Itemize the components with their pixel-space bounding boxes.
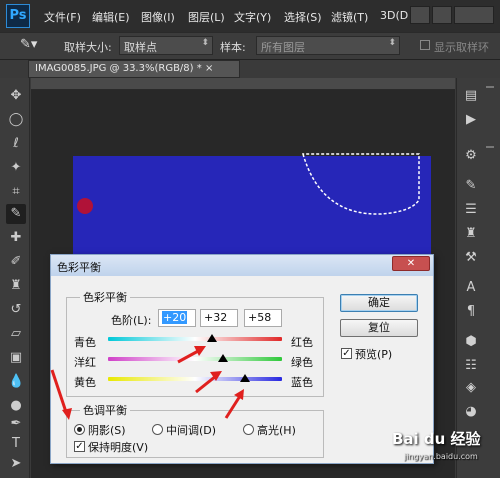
level-cyan-red-value: +20 (162, 311, 188, 324)
marquee-tool-icon[interactable]: ◯ (8, 112, 24, 128)
sample-size-select[interactable]: 取样点 ⬍ (119, 36, 213, 55)
crop-tool-icon[interactable]: ⌗ (8, 184, 24, 200)
levels-label: 色阶(L): (111, 314, 152, 327)
lasso-tool-icon[interactable]: ℓ (8, 136, 24, 152)
sample-select[interactable]: 所有图层 ⬍ (256, 36, 400, 55)
sample-size-value: 取样点 (124, 41, 157, 54)
chevron-updown-icon: ⬍ (201, 38, 209, 48)
preserve-luminosity-checkbox[interactable]: ✓ (74, 441, 85, 452)
eyedropper-preset-icon[interactable]: ✎▾ (20, 37, 42, 55)
cyan-label: 青色 (74, 336, 96, 349)
highlights-radio[interactable] (243, 424, 254, 435)
magenta-green-slider-thumb[interactable] (217, 354, 228, 362)
history-panel-icon[interactable]: ▤ (462, 88, 480, 104)
brush-panel-icon[interactable]: ✎ (462, 178, 480, 194)
preserve-luminosity-label: 保持明度(V) (88, 441, 149, 454)
cyan-red-slider[interactable] (108, 337, 282, 341)
color-balance-group-label: 色彩平衡 (80, 289, 130, 305)
maximize-button[interactable] (432, 6, 452, 24)
3d-panel-icon[interactable]: ⬢ (462, 334, 480, 350)
tab-close-icon[interactable]: × (205, 63, 213, 74)
move-tool-icon[interactable]: ✥ (8, 88, 24, 104)
show-ring-checkbox[interactable] (420, 40, 430, 50)
yellow-blue-slider-thumb[interactable] (240, 374, 251, 382)
green-label: 绿色 (291, 356, 313, 369)
magenta-label: 洋红 (74, 356, 96, 369)
eyedropper-tool-icon[interactable]: ✎ (6, 204, 26, 224)
properties-panel-icon[interactable]: ☷ (462, 358, 480, 374)
reset-button[interactable]: 复位 (340, 319, 418, 337)
shadows-label: 阴影(S) (88, 424, 126, 437)
menu-filter[interactable]: 滤镜(T) (331, 9, 368, 25)
healing-brush-tool-icon[interactable]: ✚ (8, 230, 24, 246)
pen-tool-icon[interactable]: ✒ (8, 416, 24, 432)
dialog-titlebar[interactable] (51, 255, 433, 276)
watermark-url: jingyan.baidu.com (404, 452, 478, 461)
cyan-red-slider-thumb[interactable] (207, 334, 218, 342)
device-preview-icon[interactable]: ⚙ (462, 148, 480, 164)
menu-type[interactable]: 文字(Y) (234, 9, 271, 25)
red-object (77, 198, 93, 214)
preview-label: 预览(P) (355, 348, 393, 361)
paragraph-panel-icon[interactable]: ¶ (462, 304, 480, 320)
yellow-label: 黄色 (74, 376, 96, 389)
magic-wand-tool-icon[interactable]: ✦ (8, 160, 24, 176)
dialog-close-button[interactable]: ✕ (392, 256, 430, 271)
red-label: 红色 (291, 336, 313, 349)
dodge-tool-icon[interactable]: ● (8, 398, 24, 414)
chevron-updown-icon: ⬍ (388, 38, 396, 48)
menu-3d[interactable]: 3D(D (380, 9, 408, 22)
midtones-label: 中间调(D) (166, 424, 217, 437)
yellow-blue-slider[interactable] (108, 377, 282, 381)
document-tab[interactable]: IMAG0085.JPG @ 33.3%(RGB/8) * × (28, 60, 240, 78)
type-tool-icon[interactable]: T (8, 436, 24, 452)
menu-image[interactable]: 图像(I) (141, 9, 175, 25)
level-yellow-blue-input[interactable]: +58 (244, 309, 282, 327)
menu-edit[interactable]: 编辑(E) (92, 9, 130, 25)
menu-layer[interactable]: 图层(L) (188, 9, 225, 25)
layers-panel-icon[interactable]: ◈ (462, 380, 480, 396)
actions-panel-icon[interactable]: ▶ (462, 112, 480, 128)
highlights-label: 高光(H) (257, 424, 296, 437)
character-panel-icon[interactable]: A (462, 280, 480, 296)
panel-grip[interactable] (486, 86, 494, 88)
blue-label: 蓝色 (291, 376, 313, 389)
dialog-title: 色彩平衡 (57, 261, 101, 274)
adjust-panel-icon[interactable]: ☰ (462, 202, 480, 218)
baidu-jingyan-watermark: Bai du 经验 (392, 430, 481, 448)
level-cyan-red-input[interactable]: +20 (158, 309, 196, 327)
eraser-tool-icon[interactable]: ▱ (8, 326, 24, 342)
menu-file[interactable]: 文件(F) (44, 9, 81, 25)
gradient-tool-icon[interactable]: ▣ (8, 350, 24, 366)
magenta-green-slider[interactable] (108, 357, 282, 361)
level-magenta-green-input[interactable]: +32 (200, 309, 238, 327)
horizontal-ruler (31, 78, 455, 90)
preview-checkbox[interactable]: ✓ (341, 348, 352, 359)
history-brush-tool-icon[interactable]: ↺ (8, 302, 24, 318)
clone-stamp-tool-icon[interactable]: ♜ (8, 278, 24, 294)
clone-source-icon[interactable]: ♜ (462, 226, 480, 242)
brush-tool-icon[interactable]: ✐ (8, 254, 24, 270)
midtones-radio[interactable] (152, 424, 163, 435)
minimize-button[interactable] (410, 6, 430, 24)
blur-tool-icon[interactable]: 💧 (8, 374, 24, 390)
show-ring-label: 显示取样环 (434, 41, 489, 54)
channels-panel-icon[interactable]: ◕ (462, 404, 480, 420)
path-selection-tool-icon[interactable]: ➤ (8, 456, 24, 472)
ok-button[interactable]: 确定 (340, 294, 418, 312)
tool-presets-icon[interactable]: ⚒ (462, 250, 480, 266)
panel-grip[interactable] (486, 146, 494, 148)
menu-select[interactable]: 选择(S) (284, 9, 322, 25)
sample-value: 所有图层 (261, 41, 305, 54)
document-title: IMAG0085.JPG @ 33.3%(RGB/8) * (35, 63, 202, 74)
window-close-button[interactable] (454, 6, 494, 24)
photoshop-logo: Ps (6, 4, 30, 28)
marquee-selection (302, 153, 420, 215)
shadows-radio[interactable] (74, 424, 85, 435)
tone-balance-group-label: 色调平衡 (80, 402, 130, 418)
sample-size-label: 取样大小: (64, 41, 112, 54)
sample-label: 样本: (220, 41, 246, 54)
